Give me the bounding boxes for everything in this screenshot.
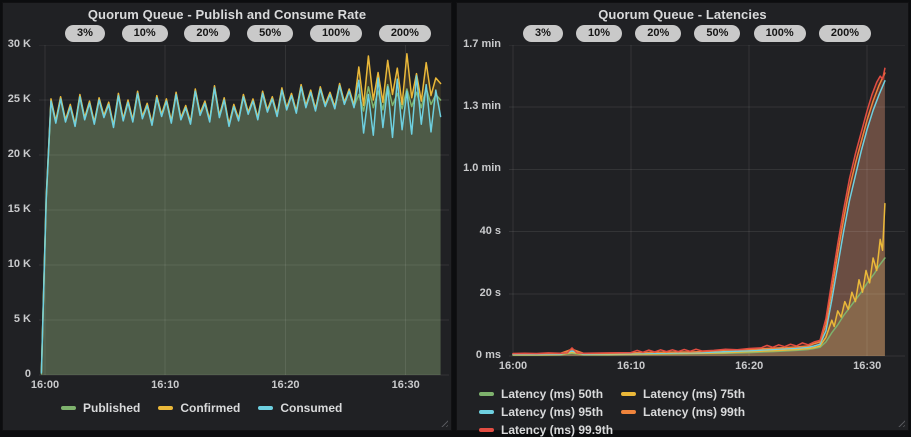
- legend-label: Latency (ms) 75th: [643, 387, 745, 401]
- annotation-badge[interactable]: 20%: [635, 25, 681, 42]
- legend-label: Consumed: [280, 401, 342, 415]
- panel-latencies: Quorum Queue - Latencies 3% 10% 20% 50% 100%…: [456, 2, 909, 431]
- legend-item[interactable]: Latency (ms) 99th: [621, 405, 745, 419]
- annotation-badge[interactable]: 10%: [576, 25, 622, 42]
- annotation-badge[interactable]: 50%: [694, 25, 740, 42]
- legend-item[interactable]: Published: [61, 401, 140, 415]
- legend-label: Confirmed: [180, 401, 240, 415]
- legend-swatch-icon: [258, 406, 273, 410]
- annotation-badge[interactable]: 200%: [379, 25, 431, 42]
- panel-publish-consume-rate: Quorum Queue - Publish and Consume Rate …: [2, 2, 452, 431]
- legend-item[interactable]: Latency (ms) 99.9th: [479, 423, 613, 437]
- y-tick-label: 25 K: [8, 93, 31, 105]
- x-tick-label: 16:00: [31, 379, 59, 391]
- y-tick-label: 5 K: [14, 313, 31, 325]
- chart-legend: Published Confirmed Consumed: [61, 401, 443, 415]
- chart-canvas[interactable]: [509, 45, 905, 359]
- annotation-badge[interactable]: 3%: [65, 25, 105, 42]
- annotation-badges-row: 3% 10% 20% 50% 100% 200%: [523, 25, 871, 42]
- annotation-badge[interactable]: 100%: [310, 25, 362, 42]
- chart-canvas[interactable]: [39, 45, 449, 378]
- annotation-badge[interactable]: 20%: [184, 25, 230, 42]
- annotation-badge[interactable]: 200%: [819, 25, 871, 42]
- legend-item[interactable]: Confirmed: [158, 401, 240, 415]
- legend-label: Latency (ms) 50th: [501, 387, 603, 401]
- legend-swatch-icon: [621, 410, 636, 414]
- legend-item[interactable]: Latency (ms) 50th: [479, 387, 603, 401]
- panel-title[interactable]: Quorum Queue - Publish and Consume Rate: [3, 7, 451, 22]
- y-tick-label: 40 s: [480, 225, 501, 237]
- y-tick-label: 30 K: [8, 38, 31, 50]
- legend-label: Latency (ms) 99.9th: [501, 423, 613, 437]
- legend-item[interactable]: Consumed: [258, 401, 342, 415]
- legend-label: Latency (ms) 95th: [501, 405, 603, 419]
- y-tick-label: 15 K: [8, 203, 31, 215]
- legend-label: Latency (ms) 99th: [643, 405, 745, 419]
- annotation-badge[interactable]: 3%: [523, 25, 563, 42]
- y-tick-label: 0 ms: [476, 349, 501, 361]
- y-tick-label: 1.3 min: [463, 100, 501, 112]
- series-area: [41, 76, 440, 375]
- legend-item[interactable]: Latency (ms) 75th: [621, 387, 745, 401]
- annotation-badge[interactable]: 50%: [247, 25, 293, 42]
- x-axis: 16:0016:1016:2016:30: [39, 379, 449, 393]
- y-tick-label: 10 K: [8, 258, 31, 270]
- annotation-badge[interactable]: 10%: [122, 25, 168, 42]
- x-tick-label: 16:30: [392, 379, 420, 391]
- legend-swatch-icon: [479, 410, 494, 414]
- x-tick-label: 16:10: [151, 379, 179, 391]
- panel-resize-handle[interactable]: [439, 418, 448, 427]
- legend-swatch-icon: [479, 392, 494, 396]
- annotation-badge[interactable]: 100%: [754, 25, 806, 42]
- x-tick-label: 16:00: [499, 360, 527, 372]
- legend-swatch-icon: [621, 392, 636, 396]
- x-tick-label: 16:10: [617, 360, 645, 372]
- y-tick-label: 20 s: [480, 287, 501, 299]
- annotation-badges-row: 3% 10% 20% 50% 100% 200%: [65, 25, 431, 42]
- y-tick-label: 1.7 min: [463, 38, 501, 50]
- y-tick-label: 1.0 min: [463, 162, 501, 174]
- legend-item[interactable]: Latency (ms) 95th: [479, 405, 603, 419]
- legend-label: Published: [83, 401, 140, 415]
- x-axis: 16:0016:1016:2016:30: [509, 360, 905, 374]
- panel-title[interactable]: Quorum Queue - Latencies: [457, 7, 908, 22]
- y-tick-label: 20 K: [8, 148, 31, 160]
- x-tick-label: 16:30: [853, 360, 881, 372]
- legend-swatch-icon: [61, 406, 76, 410]
- legend-swatch-icon: [479, 428, 494, 432]
- chart-legend: Latency (ms) 50th Latency (ms) 75th Latenc…: [479, 387, 902, 437]
- series-line: [513, 81, 885, 355]
- legend-swatch-icon: [158, 406, 173, 410]
- x-tick-label: 16:20: [735, 360, 763, 372]
- x-tick-label: 16:20: [271, 379, 299, 391]
